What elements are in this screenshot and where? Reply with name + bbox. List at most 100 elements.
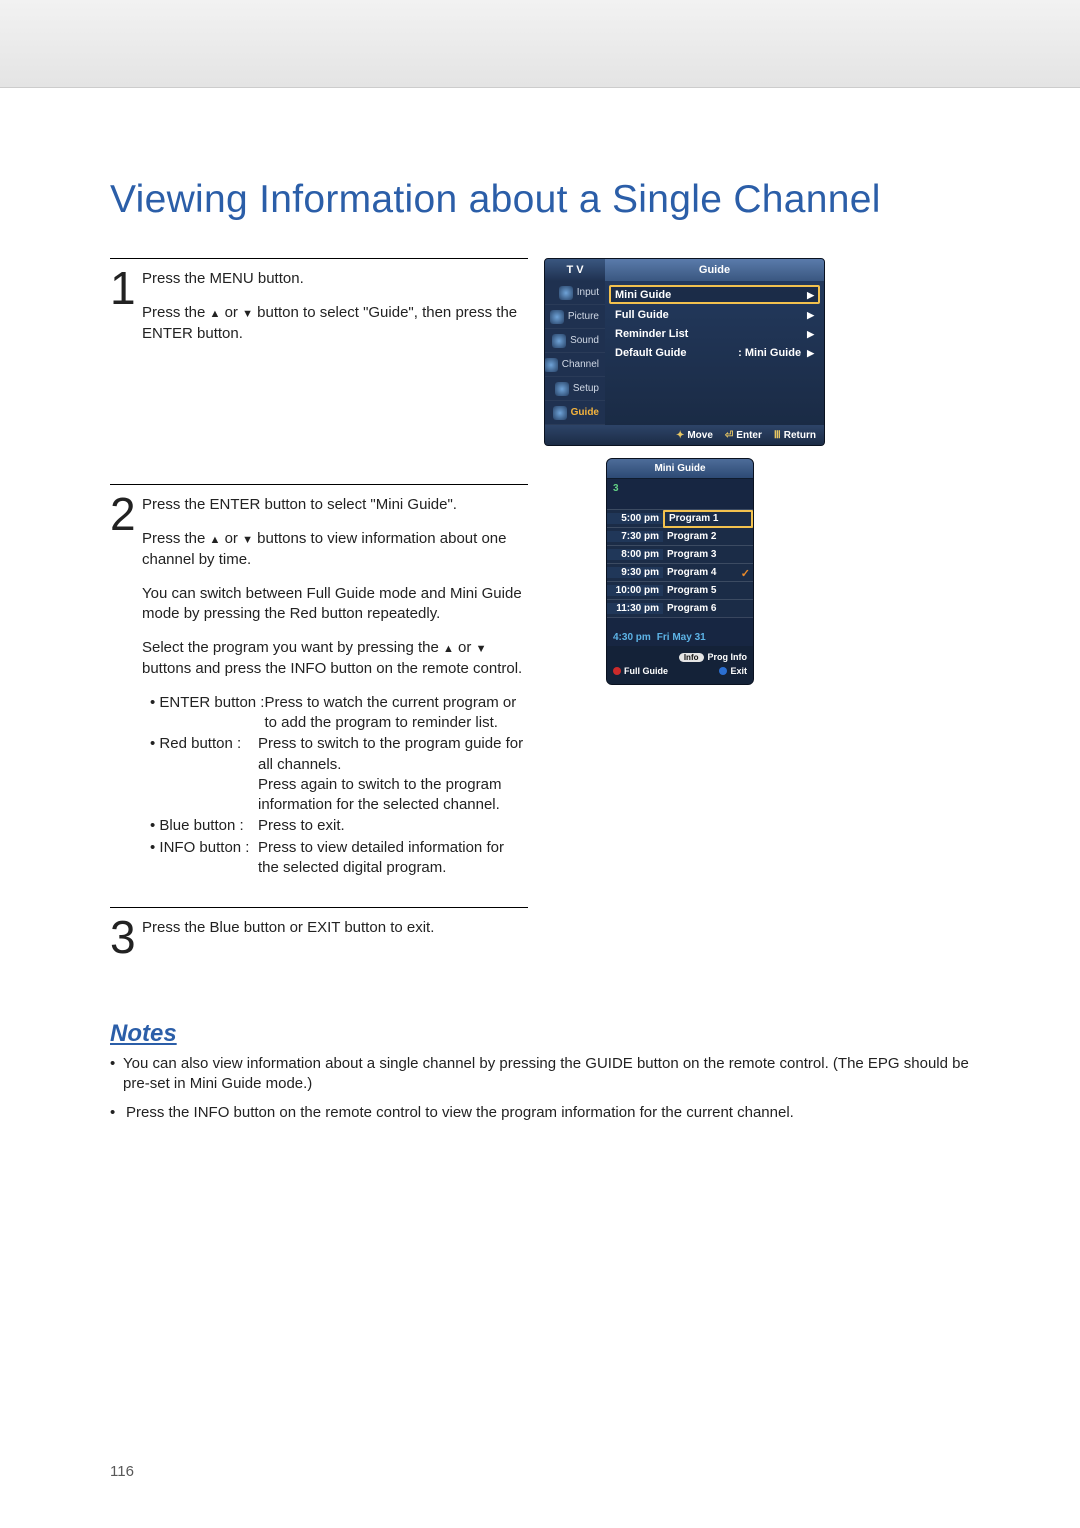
osd2-program-row[interactable]: 5:00 pmProgram 1	[607, 509, 753, 527]
note-2: Press the INFO button on the remote cont…	[110, 1103, 970, 1123]
osd1-row-mini-guide[interactable]: Mini Guide	[609, 285, 820, 304]
osd1-row-default-guide[interactable]: Default Guide : Mini Guide	[611, 343, 818, 362]
osd1-side-guide[interactable]: Guide	[545, 401, 605, 425]
step-1-line1: Press the MENU button.	[142, 269, 528, 289]
osd1-footer: ✦Move ⏎Enter ⅢReturn	[545, 425, 824, 445]
info-pill[interactable]: Info	[679, 653, 704, 662]
chevron-right-icon	[807, 328, 814, 340]
osd2-row-program: Program 5	[663, 585, 753, 596]
return-icon: Ⅲ	[774, 430, 781, 441]
divider	[110, 258, 528, 259]
step-2-number: 2	[110, 491, 142, 879]
notes-heading: Notes	[110, 1020, 970, 1048]
osd1-main-panel: Mini Guide Full Guide Reminder List Defa…	[605, 281, 824, 425]
osd2-row-program: Program 6	[663, 603, 753, 614]
osd2-program-row[interactable]: 8:00 pmProgram 3	[607, 545, 753, 563]
osd2-row-program: Program 3	[663, 549, 753, 560]
arrow-up-icon	[443, 639, 454, 656]
osd1-sidebar: Input Picture Sound Channel Setup Guide	[545, 281, 605, 425]
red-dot-icon	[613, 667, 621, 675]
osd1-side-setup[interactable]: Setup	[545, 377, 605, 401]
bullet-red-button: Red button : Press to switch to the prog…	[150, 734, 528, 815]
input-icon	[559, 286, 573, 300]
step-2-body: Press the ENTER button to select "Mini G…	[142, 491, 528, 879]
osd1-footer-enter: ⏎Enter	[725, 430, 762, 441]
move-icon: ✦	[676, 430, 684, 441]
setup-icon	[555, 382, 569, 396]
arrow-down-icon	[476, 639, 487, 656]
osd2-now-time: 4:30 pm	[613, 632, 651, 643]
osd2-row-program: Program 4✓	[663, 567, 753, 578]
step-2-button-list: ENTER button : Press to watch the curren…	[142, 693, 528, 878]
top-bar	[0, 0, 1080, 88]
osd1-side-picture[interactable]: Picture	[545, 305, 605, 329]
osd-mini-guide: Mini Guide 3 5:00 pmProgram 17:30 pmProg…	[606, 458, 754, 685]
step-2-p3: You can switch between Full Guide mode a…	[142, 584, 528, 625]
osd2-separator	[607, 617, 753, 629]
osd2-program-row[interactable]: 10:00 pmProgram 5	[607, 581, 753, 599]
osd1-row-reminder-list[interactable]: Reminder List	[611, 324, 818, 343]
osd2-row-time: 5:00 pm	[607, 513, 663, 524]
osd2-program-row[interactable]: 7:30 pmProgram 2	[607, 527, 753, 545]
bullet-blue-button: Blue button : Press to exit.	[150, 816, 528, 836]
osd2-row-time: 8:00 pm	[607, 549, 663, 560]
step-2-block: 2 Press the ENTER button to select "Mini…	[110, 456, 970, 879]
step-2-p2: Press the or buttons to view information…	[142, 529, 528, 570]
osd2-channel-number: 3	[607, 479, 753, 509]
step-1-line2: Press the or button to select "Guide", t…	[142, 303, 528, 344]
osd2-program-row[interactable]: 9:30 pmProgram 4✓	[607, 563, 753, 581]
step-3-block: 3 Press the Blue button or EXIT button t…	[110, 879, 970, 960]
arrow-down-icon	[242, 530, 253, 547]
osd1-side-channel[interactable]: Channel	[545, 353, 605, 377]
osd1-header-title: Guide	[605, 259, 824, 281]
osd1-footer-move: ✦Move	[676, 430, 713, 441]
step-1-number: 1	[110, 265, 142, 358]
osd2-now-row: 4:30 pm Fri May 31	[607, 629, 753, 646]
osd2-exit-action[interactable]: Exit	[719, 666, 747, 677]
bullet-enter-button: ENTER button : Press to watch the curren…	[150, 693, 528, 734]
arrow-up-icon	[210, 304, 221, 321]
arrow-up-icon	[210, 530, 221, 547]
step-2-p1: Press the ENTER button to select "Mini G…	[142, 495, 528, 515]
osd2-fullguide-action[interactable]: Full Guide	[613, 666, 668, 677]
notes-section: Notes You can also view information abou…	[110, 1020, 970, 1123]
enter-icon: ⏎	[725, 430, 733, 441]
step-1-block: 1 Press the MENU button. Press the or bu…	[110, 258, 970, 446]
picture-icon	[550, 310, 564, 324]
osd1-side-sound[interactable]: Sound	[545, 329, 605, 353]
step-1-body: Press the MENU button. Press the or butt…	[142, 265, 528, 358]
osd2-footer: Info Prog Info Full Guide Exit	[607, 646, 753, 684]
chevron-right-icon	[807, 309, 814, 321]
bullet-info-button: INFO button : Press to view detailed inf…	[150, 838, 528, 879]
osd2-row-time: 10:00 pm	[607, 585, 663, 596]
osd-guide-menu: T V Guide Input Picture Sound Channel Se…	[544, 258, 825, 446]
osd2-row-time: 7:30 pm	[607, 531, 663, 542]
chevron-right-icon	[807, 289, 814, 301]
chevron-right-icon	[807, 347, 814, 359]
guide-icon	[553, 406, 567, 420]
step-3-body: Press the Blue button or EXIT button to …	[142, 914, 528, 960]
blue-dot-icon	[719, 667, 727, 675]
arrow-down-icon	[242, 304, 253, 321]
step-3-number: 3	[110, 914, 142, 960]
osd2-program-row[interactable]: 11:30 pmProgram 6	[607, 599, 753, 617]
osd2-program-list: 5:00 pmProgram 17:30 pmProgram 28:00 pmP…	[607, 509, 753, 617]
osd2-row-time: 9:30 pm	[607, 567, 663, 578]
check-icon: ✓	[741, 567, 750, 580]
osd1-tv-label: T V	[545, 259, 605, 281]
osd2-title: Mini Guide	[607, 459, 753, 479]
notes-list: You can also view information about a si…	[110, 1054, 970, 1123]
page-title: Viewing Information about a Single Chann…	[110, 178, 970, 222]
osd1-row-full-guide[interactable]: Full Guide	[611, 305, 818, 324]
step-2-p4: Select the program you want by pressing …	[142, 638, 528, 679]
osd2-now-date: Fri May 31	[657, 632, 706, 643]
osd2-row-program: Program 1	[663, 510, 753, 528]
osd2-proginfo-label: Prog Info	[708, 652, 748, 662]
osd1-side-input[interactable]: Input	[545, 281, 605, 305]
step-3-p1: Press the Blue button or EXIT button to …	[142, 918, 528, 938]
divider	[110, 907, 528, 908]
osd2-row-program: Program 2	[663, 531, 753, 542]
osd2-row-time: 11:30 pm	[607, 603, 663, 614]
osd1-footer-return: ⅢReturn	[774, 430, 816, 441]
channel-icon	[544, 358, 558, 372]
